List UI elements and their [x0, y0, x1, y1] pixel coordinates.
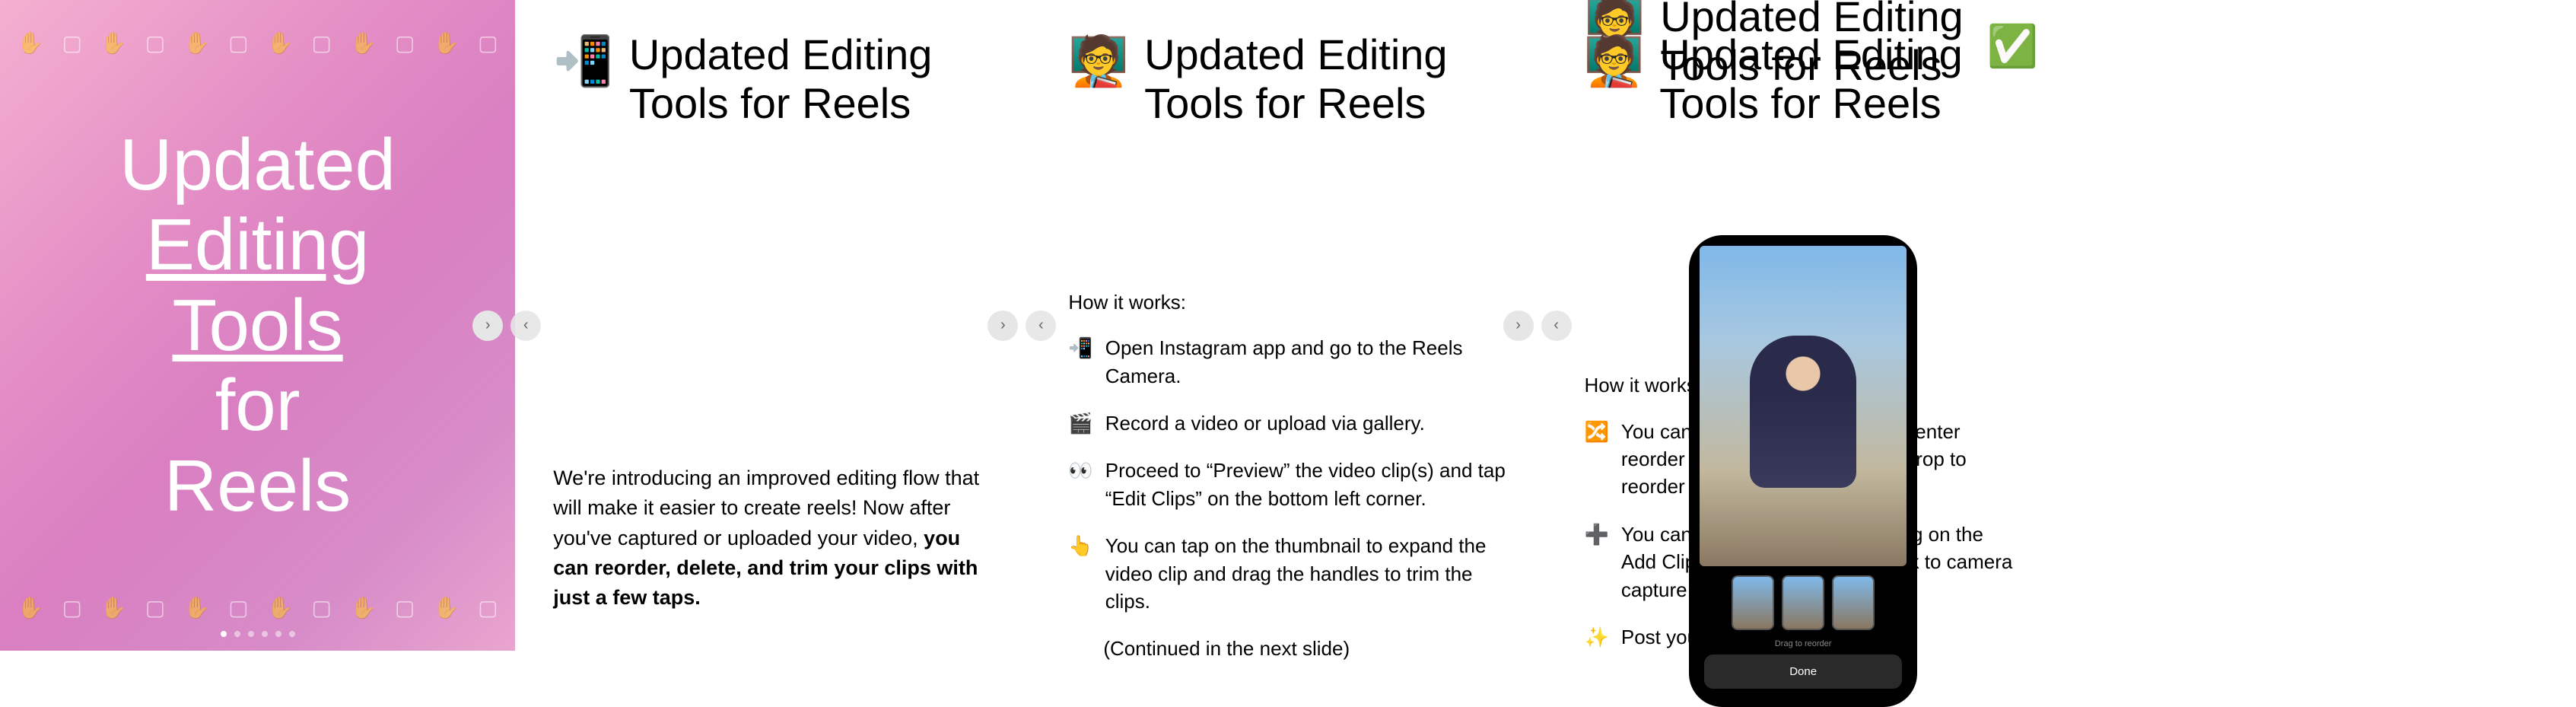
prev-button[interactable]: ‹	[510, 311, 541, 341]
hand-icon: ✋	[100, 30, 127, 56]
icon-row-bottom: ✋ ▢ ✋ ▢ ✋ ▢ ✋ ▢ ✋ ▢ ✋ ▢	[17, 595, 498, 620]
steps-title: How it works:	[1068, 288, 1507, 316]
hand-icon: ✋	[267, 595, 294, 620]
intro-paragraph: We're introducing an improved editing fl…	[553, 463, 992, 613]
intro-plain: We're introducing an improved editing fl…	[553, 467, 979, 549]
cover-line1: Updated	[119, 125, 396, 205]
slide-heading: 📲 Updated Editing Tools for Reels	[553, 30, 992, 129]
slide-phone-demo: › ‹ ✅ 🧑‍🏫 Updated Editing Tools for Reel…	[1546, 0, 2061, 651]
steps-block: How it works: 📲Open Instagram app and go…	[1068, 288, 1507, 663]
slide-heading: 🧑‍🏫 Updated Editing Tools for Reels	[1584, 30, 2023, 129]
phone-frame: Drag to reorder Done	[1689, 235, 1917, 707]
camera-icon: ▢	[145, 595, 165, 620]
hand-icon: ✋	[350, 595, 377, 620]
chevron-left-icon: ‹	[523, 317, 529, 334]
camera-icon: ▢	[228, 595, 248, 620]
camera-icon: ▢	[478, 595, 498, 620]
page-dot[interactable]	[221, 631, 227, 637]
camera-icon: ▢	[62, 30, 81, 56]
phone-emoji-icon: 📲	[553, 37, 614, 85]
phone-mockup: Drag to reorder Done	[1584, 235, 2023, 707]
hand-icon: ✋	[433, 595, 460, 620]
step-list: 📲Open Instagram app and go to the Reels …	[1068, 334, 1507, 615]
chevron-right-icon: ›	[1515, 317, 1521, 334]
hand-icon: ✋	[100, 595, 127, 620]
page-dot[interactable]	[248, 631, 254, 637]
drag-hint-label: Drag to reorder	[1700, 636, 1907, 654]
camera-icon: ▢	[395, 595, 415, 620]
cover-title: Updated Editing Tools for Reels	[119, 125, 396, 527]
icon-row-top: ✋ ▢ ✋ ▢ ✋ ▢ ✋ ▢ ✋ ▢ ✋ ▢	[17, 30, 498, 56]
camera-icon: ▢	[145, 30, 165, 56]
page-dot[interactable]	[262, 631, 268, 637]
heading-text: Updated Editing Tools for Reels	[1144, 30, 1508, 129]
chevron-left-icon: ‹	[1554, 317, 1559, 334]
hand-icon: ✋	[17, 30, 44, 56]
step-item: 📲Open Instagram app and go to the Reels …	[1068, 334, 1507, 390]
nav-arrows: › ‹	[472, 311, 541, 341]
slide-intro: › ‹ 📲 Updated Editing Tools for Reels We…	[515, 0, 1030, 651]
clip-thumb[interactable]	[1832, 575, 1875, 630]
next-button[interactable]: ›	[472, 311, 503, 341]
prev-button[interactable]: ‹	[1541, 311, 1572, 341]
tap-emoji-icon: 👆	[1068, 532, 1092, 615]
clapper-emoji-icon: 🎬	[1068, 409, 1092, 437]
camera-icon: ▢	[395, 30, 415, 56]
prev-button[interactable]: ‹	[1026, 311, 1056, 341]
check-icon: ✅	[1987, 23, 2038, 71]
camera-icon: ▢	[478, 30, 498, 56]
cover-line3: for Reels	[119, 365, 396, 526]
step-text: Record a video or upload via gallery.	[1105, 409, 1425, 437]
page-dot[interactable]	[289, 631, 295, 637]
chevron-left-icon: ‹	[1038, 317, 1044, 334]
clip-thumb[interactable]	[1782, 575, 1824, 630]
clip-thumb[interactable]	[1732, 575, 1774, 630]
page-dot[interactable]	[275, 631, 281, 637]
slide-how-it-works-2: › ‹ 🧑‍🏫 Updated Editing Tools for Reels …	[1546, 0, 2061, 651]
slide-heading: 🧑‍🏫 Updated Editing Tools for Reels	[1068, 30, 1507, 129]
hand-icon: ✋	[433, 30, 460, 56]
step-text: You can tap on the thumbnail to expand t…	[1105, 532, 1508, 615]
next-button[interactable]: ›	[987, 311, 1018, 341]
teacher-emoji-icon: 🧑‍🏫	[1584, 37, 1645, 85]
step-text: Open Instagram app and go to the Reels C…	[1105, 334, 1508, 390]
continued-note: (Continued in the next slide)	[1068, 635, 1507, 662]
hand-icon: ✋	[267, 30, 294, 56]
eyes-emoji-icon: 👀	[1068, 457, 1092, 512]
clip-thumbnails	[1700, 566, 1907, 636]
phone-emoji-icon: 📲	[1068, 334, 1092, 390]
step-text: Proceed to “Preview” the video clip(s) a…	[1105, 457, 1508, 512]
step-item: 👀Proceed to “Preview” the video clip(s) …	[1068, 457, 1507, 512]
phone-screen	[1700, 246, 1907, 566]
heading-text: Updated Editing Tools for Reels	[629, 30, 993, 129]
slide-cover: ✋ ▢ ✋ ▢ ✋ ▢ ✋ ▢ ✋ ▢ ✋ ▢ Updated Editing …	[0, 0, 515, 651]
page-dots	[221, 631, 295, 637]
camera-icon: ▢	[311, 595, 331, 620]
nav-arrows: › ‹	[987, 311, 1056, 341]
heading-text: Updated Editing Tools for Reels	[1659, 30, 2023, 129]
camera-icon: ▢	[228, 30, 248, 56]
slide-how-it-works-1: › ‹ 🧑‍🏫 Updated Editing Tools for Reels …	[1030, 0, 1545, 651]
teacher-emoji-icon: 🧑‍🏫	[1068, 37, 1129, 85]
nav-arrows: › ‹	[1503, 311, 1572, 341]
step-item: 👆You can tap on the thumbnail to expand …	[1068, 532, 1507, 615]
chevron-right-icon: ›	[1000, 317, 1006, 334]
camera-icon: ▢	[311, 30, 331, 56]
done-button[interactable]: Done	[1704, 654, 1902, 689]
cover-line2: Editing Tools	[119, 205, 396, 365]
hand-icon: ✋	[183, 30, 210, 56]
hand-icon: ✋	[183, 595, 210, 620]
step-item: 🎬 Record a video or upload via gallery.	[1068, 409, 1507, 437]
chevron-right-icon: ›	[485, 317, 491, 334]
hand-icon: ✋	[17, 595, 44, 620]
page-dot[interactable]	[234, 631, 240, 637]
next-button[interactable]: ›	[1503, 311, 1534, 341]
video-preview	[1750, 336, 1856, 488]
camera-icon: ▢	[62, 595, 81, 620]
hand-icon: ✋	[350, 30, 377, 56]
